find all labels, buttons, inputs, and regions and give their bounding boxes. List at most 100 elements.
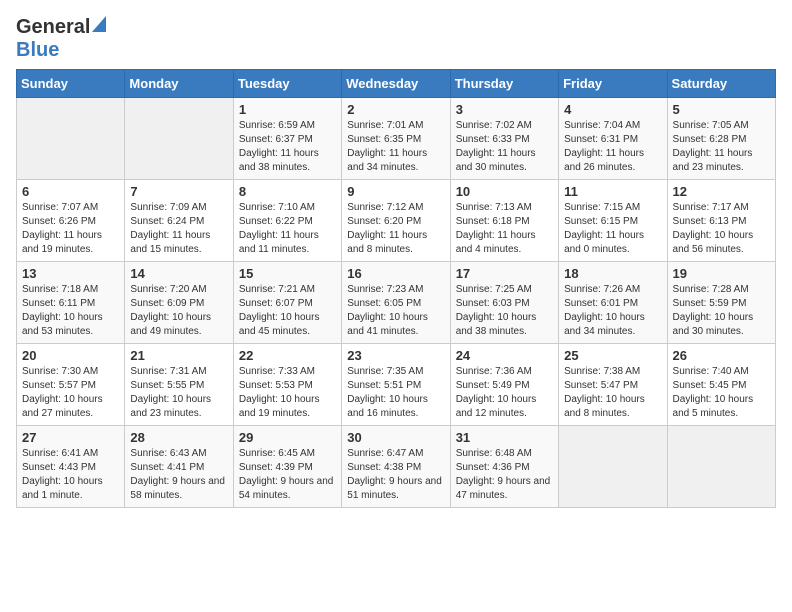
calendar-week-row: 6 Sunrise: 7:07 AM Sunset: 6:26 PM Daylig… xyxy=(17,179,776,261)
calendar-cell: 25 Sunrise: 7:38 AM Sunset: 5:47 PM Dayli… xyxy=(559,343,667,425)
day-number: 25 xyxy=(564,348,661,363)
header-sunday: Sunday xyxy=(17,69,125,97)
day-number: 21 xyxy=(130,348,227,363)
calendar-cell: 13 Sunrise: 7:18 AM Sunset: 6:11 PM Dayli… xyxy=(17,261,125,343)
day-info: Sunrise: 6:48 AM Sunset: 4:36 PM Dayligh… xyxy=(456,447,553,503)
day-number: 24 xyxy=(456,348,553,363)
day-info: Sunrise: 7:26 AM Sunset: 6:01 PM Dayligh… xyxy=(564,283,661,339)
day-number: 3 xyxy=(456,102,553,117)
day-number: 18 xyxy=(564,266,661,281)
calendar-cell: 11 Sunrise: 7:15 AM Sunset: 6:15 PM Dayli… xyxy=(559,179,667,261)
calendar-cell: 20Sunrise: 7:30 AM Sunset: 5:57 PM Dayli… xyxy=(17,343,125,425)
day-number: 4 xyxy=(564,102,661,117)
day-number: 10 xyxy=(456,184,553,199)
logo-blue-text: Blue xyxy=(16,39,106,61)
calendar-cell: 30 Sunrise: 6:47 AM Sunset: 4:38 PM Dayli… xyxy=(342,425,450,507)
calendar-cell: 22Sunrise: 7:33 AM Sunset: 5:53 PM Dayli… xyxy=(233,343,341,425)
calendar-cell: 4 Sunrise: 7:04 AM Sunset: 6:31 PM Daylig… xyxy=(559,97,667,179)
day-info: Sunrise: 7:36 AM Sunset: 5:49 PM Dayligh… xyxy=(456,365,553,421)
calendar-header-row: SundayMondayTuesdayWednesdayThursdayFrid… xyxy=(17,69,776,97)
calendar-cell xyxy=(125,97,233,179)
day-number: 30 xyxy=(347,430,444,445)
day-info: Sunrise: 6:43 AM Sunset: 4:41 PM Dayligh… xyxy=(130,447,227,503)
calendar-cell: 14 Sunrise: 7:20 AM Sunset: 6:09 PM Dayli… xyxy=(125,261,233,343)
calendar-cell: 24 Sunrise: 7:36 AM Sunset: 5:49 PM Dayli… xyxy=(450,343,558,425)
day-info: Sunrise: 7:31 AM Sunset: 5:55 PM Dayligh… xyxy=(130,365,227,421)
day-info: Sunrise: 7:01 AM Sunset: 6:35 PM Dayligh… xyxy=(347,119,444,175)
calendar-cell: 16 Sunrise: 7:23 AM Sunset: 6:05 PM Dayli… xyxy=(342,261,450,343)
calendar-cell: 31 Sunrise: 6:48 AM Sunset: 4:36 PM Dayli… xyxy=(450,425,558,507)
day-info: Sunrise: 7:35 AM Sunset: 5:51 PM Dayligh… xyxy=(347,365,444,421)
day-number: 14 xyxy=(130,266,227,281)
header-monday: Monday xyxy=(125,69,233,97)
calendar-cell: 2 Sunrise: 7:01 AM Sunset: 6:35 PM Daylig… xyxy=(342,97,450,179)
day-info: Sunrise: 7:09 AM Sunset: 6:24 PM Dayligh… xyxy=(130,201,227,257)
calendar-cell: 8 Sunrise: 7:10 AM Sunset: 6:22 PM Daylig… xyxy=(233,179,341,261)
calendar-cell: 19Sunrise: 7:28 AM Sunset: 5:59 PM Dayli… xyxy=(667,261,775,343)
day-number: 12 xyxy=(673,184,770,199)
header-thursday: Thursday xyxy=(450,69,558,97)
day-info: Sunrise: 7:10 AM Sunset: 6:22 PM Dayligh… xyxy=(239,201,336,257)
calendar-table: SundayMondayTuesdayWednesdayThursdayFrid… xyxy=(16,69,776,508)
day-number: 20 xyxy=(22,348,119,363)
day-number: 16 xyxy=(347,266,444,281)
calendar-cell: 26 Sunrise: 7:40 AM Sunset: 5:45 PM Dayli… xyxy=(667,343,775,425)
header-saturday: Saturday xyxy=(667,69,775,97)
day-info: Sunrise: 7:05 AM Sunset: 6:28 PM Dayligh… xyxy=(673,119,770,175)
day-number: 8 xyxy=(239,184,336,199)
day-number: 27 xyxy=(22,430,119,445)
day-number: 15 xyxy=(239,266,336,281)
day-number: 7 xyxy=(130,184,227,199)
day-info: Sunrise: 7:25 AM Sunset: 6:03 PM Dayligh… xyxy=(456,283,553,339)
day-info: Sunrise: 7:07 AM Sunset: 6:26 PM Dayligh… xyxy=(22,201,119,257)
calendar-week-row: 13 Sunrise: 7:18 AM Sunset: 6:11 PM Dayli… xyxy=(17,261,776,343)
day-info: Sunrise: 7:02 AM Sunset: 6:33 PM Dayligh… xyxy=(456,119,553,175)
calendar-cell: 28 Sunrise: 6:43 AM Sunset: 4:41 PM Dayli… xyxy=(125,425,233,507)
day-info: Sunrise: 6:45 AM Sunset: 4:39 PM Dayligh… xyxy=(239,447,336,503)
day-info: Sunrise: 7:28 AM Sunset: 5:59 PM Dayligh… xyxy=(673,283,770,339)
calendar-cell xyxy=(559,425,667,507)
calendar-cell: 1Sunrise: 6:59 AM Sunset: 6:37 PM Daylig… xyxy=(233,97,341,179)
header-friday: Friday xyxy=(559,69,667,97)
day-info: Sunrise: 7:15 AM Sunset: 6:15 PM Dayligh… xyxy=(564,201,661,257)
calendar-cell: 6 Sunrise: 7:07 AM Sunset: 6:26 PM Daylig… xyxy=(17,179,125,261)
day-info: Sunrise: 7:23 AM Sunset: 6:05 PM Dayligh… xyxy=(347,283,444,339)
calendar-week-row: 27 Sunrise: 6:41 AM Sunset: 4:43 PM Dayli… xyxy=(17,425,776,507)
calendar-cell: 9 Sunrise: 7:12 AM Sunset: 6:20 PM Daylig… xyxy=(342,179,450,261)
logo-arrow-icon xyxy=(92,16,106,37)
day-number: 23 xyxy=(347,348,444,363)
calendar-cell: 17 Sunrise: 7:25 AM Sunset: 6:03 PM Dayli… xyxy=(450,261,558,343)
calendar-cell: 21 Sunrise: 7:31 AM Sunset: 5:55 PM Dayli… xyxy=(125,343,233,425)
calendar-cell: 23 Sunrise: 7:35 AM Sunset: 5:51 PM Dayli… xyxy=(342,343,450,425)
day-info: Sunrise: 7:20 AM Sunset: 6:09 PM Dayligh… xyxy=(130,283,227,339)
day-info: Sunrise: 7:17 AM Sunset: 6:13 PM Dayligh… xyxy=(673,201,770,257)
day-number: 13 xyxy=(22,266,119,281)
day-info: Sunrise: 6:41 AM Sunset: 4:43 PM Dayligh… xyxy=(22,447,119,503)
day-info: Sunrise: 6:47 AM Sunset: 4:38 PM Dayligh… xyxy=(347,447,444,503)
day-number: 22 xyxy=(239,348,336,363)
day-info: Sunrise: 7:13 AM Sunset: 6:18 PM Dayligh… xyxy=(456,201,553,257)
day-info: Sunrise: 7:18 AM Sunset: 6:11 PM Dayligh… xyxy=(22,283,119,339)
day-number: 9 xyxy=(347,184,444,199)
day-info: Sunrise: 7:38 AM Sunset: 5:47 PM Dayligh… xyxy=(564,365,661,421)
calendar-cell: 3 Sunrise: 7:02 AM Sunset: 6:33 PM Daylig… xyxy=(450,97,558,179)
day-info: Sunrise: 7:21 AM Sunset: 6:07 PM Dayligh… xyxy=(239,283,336,339)
day-number: 2 xyxy=(347,102,444,117)
day-info: Sunrise: 6:59 AM Sunset: 6:37 PM Dayligh… xyxy=(239,119,336,175)
logo-general-text: General xyxy=(16,16,90,38)
day-number: 6 xyxy=(22,184,119,199)
day-number: 5 xyxy=(673,102,770,117)
day-info: Sunrise: 7:04 AM Sunset: 6:31 PM Dayligh… xyxy=(564,119,661,175)
calendar-cell: 10 Sunrise: 7:13 AM Sunset: 6:18 PM Dayli… xyxy=(450,179,558,261)
calendar-cell: 15 Sunrise: 7:21 AM Sunset: 6:07 PM Dayli… xyxy=(233,261,341,343)
calendar-cell: 18 Sunrise: 7:26 AM Sunset: 6:01 PM Dayli… xyxy=(559,261,667,343)
day-number: 11 xyxy=(564,184,661,199)
logo: General Blue xyxy=(16,16,106,61)
day-info: Sunrise: 7:12 AM Sunset: 6:20 PM Dayligh… xyxy=(347,201,444,257)
day-number: 26 xyxy=(673,348,770,363)
day-number: 31 xyxy=(456,430,553,445)
day-info: Sunrise: 7:40 AM Sunset: 5:45 PM Dayligh… xyxy=(673,365,770,421)
day-number: 29 xyxy=(239,430,336,445)
day-number: 28 xyxy=(130,430,227,445)
day-number: 17 xyxy=(456,266,553,281)
